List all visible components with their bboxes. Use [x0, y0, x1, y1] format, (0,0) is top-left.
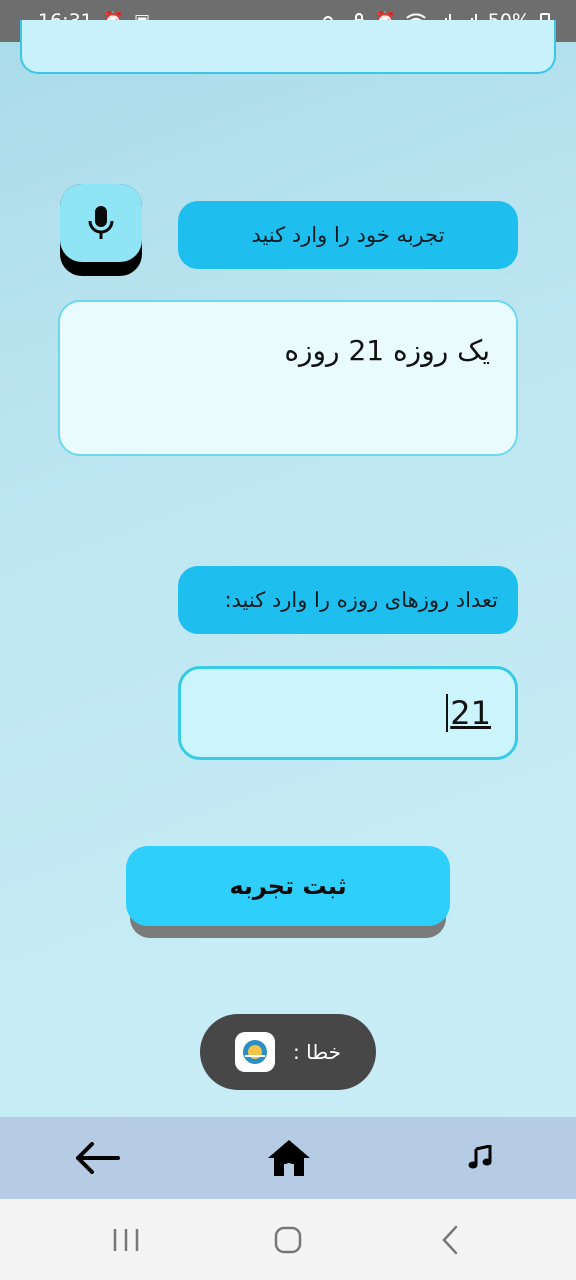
- system-home-button[interactable]: [262, 1199, 314, 1280]
- submit-button-label: ثبت تجربه: [229, 872, 347, 900]
- music-button[interactable]: [456, 1117, 504, 1199]
- top-card: [20, 20, 556, 74]
- music-note-icon: [468, 1145, 492, 1169]
- days-count-input[interactable]: 21: [178, 666, 518, 760]
- back-arrow-icon: [76, 1142, 120, 1174]
- back-button[interactable]: [66, 1117, 128, 1199]
- app-logo-icon: [235, 1032, 276, 1072]
- recent-apps-button[interactable]: [100, 1199, 152, 1280]
- bottom-navigation: [0, 1117, 576, 1199]
- home-icon: [268, 1140, 310, 1176]
- microphone-button[interactable]: [60, 184, 142, 276]
- experience-text-value: یک روزه 21 روزه: [284, 334, 490, 367]
- experience-label: تجربه خود را وارد کنید: [178, 201, 518, 269]
- microphone-icon: [88, 206, 114, 239]
- days-count-value: 21: [446, 694, 491, 732]
- recent-apps-icon: [113, 1228, 139, 1251]
- system-back-button[interactable]: [424, 1199, 476, 1280]
- submit-experience-button[interactable]: ثبت تجربه: [126, 846, 450, 926]
- experience-label-text: تجربه خود را وارد کنید: [251, 223, 445, 247]
- microphone-button-face[interactable]: [60, 184, 142, 262]
- system-navigation-bar: [0, 1199, 576, 1280]
- toast-text: خطا :: [293, 1040, 341, 1064]
- system-back-icon: [442, 1225, 458, 1254]
- system-home-icon: [274, 1226, 302, 1253]
- experience-textarea[interactable]: یک روزه 21 روزه: [58, 300, 518, 456]
- home-button[interactable]: [258, 1117, 320, 1199]
- error-toast: خطا :: [200, 1014, 376, 1090]
- days-count-label-text: تعداد روزهای روزه را وارد کنید:: [224, 588, 498, 612]
- days-count-label: تعداد روزهای روزه را وارد کنید:: [178, 566, 518, 634]
